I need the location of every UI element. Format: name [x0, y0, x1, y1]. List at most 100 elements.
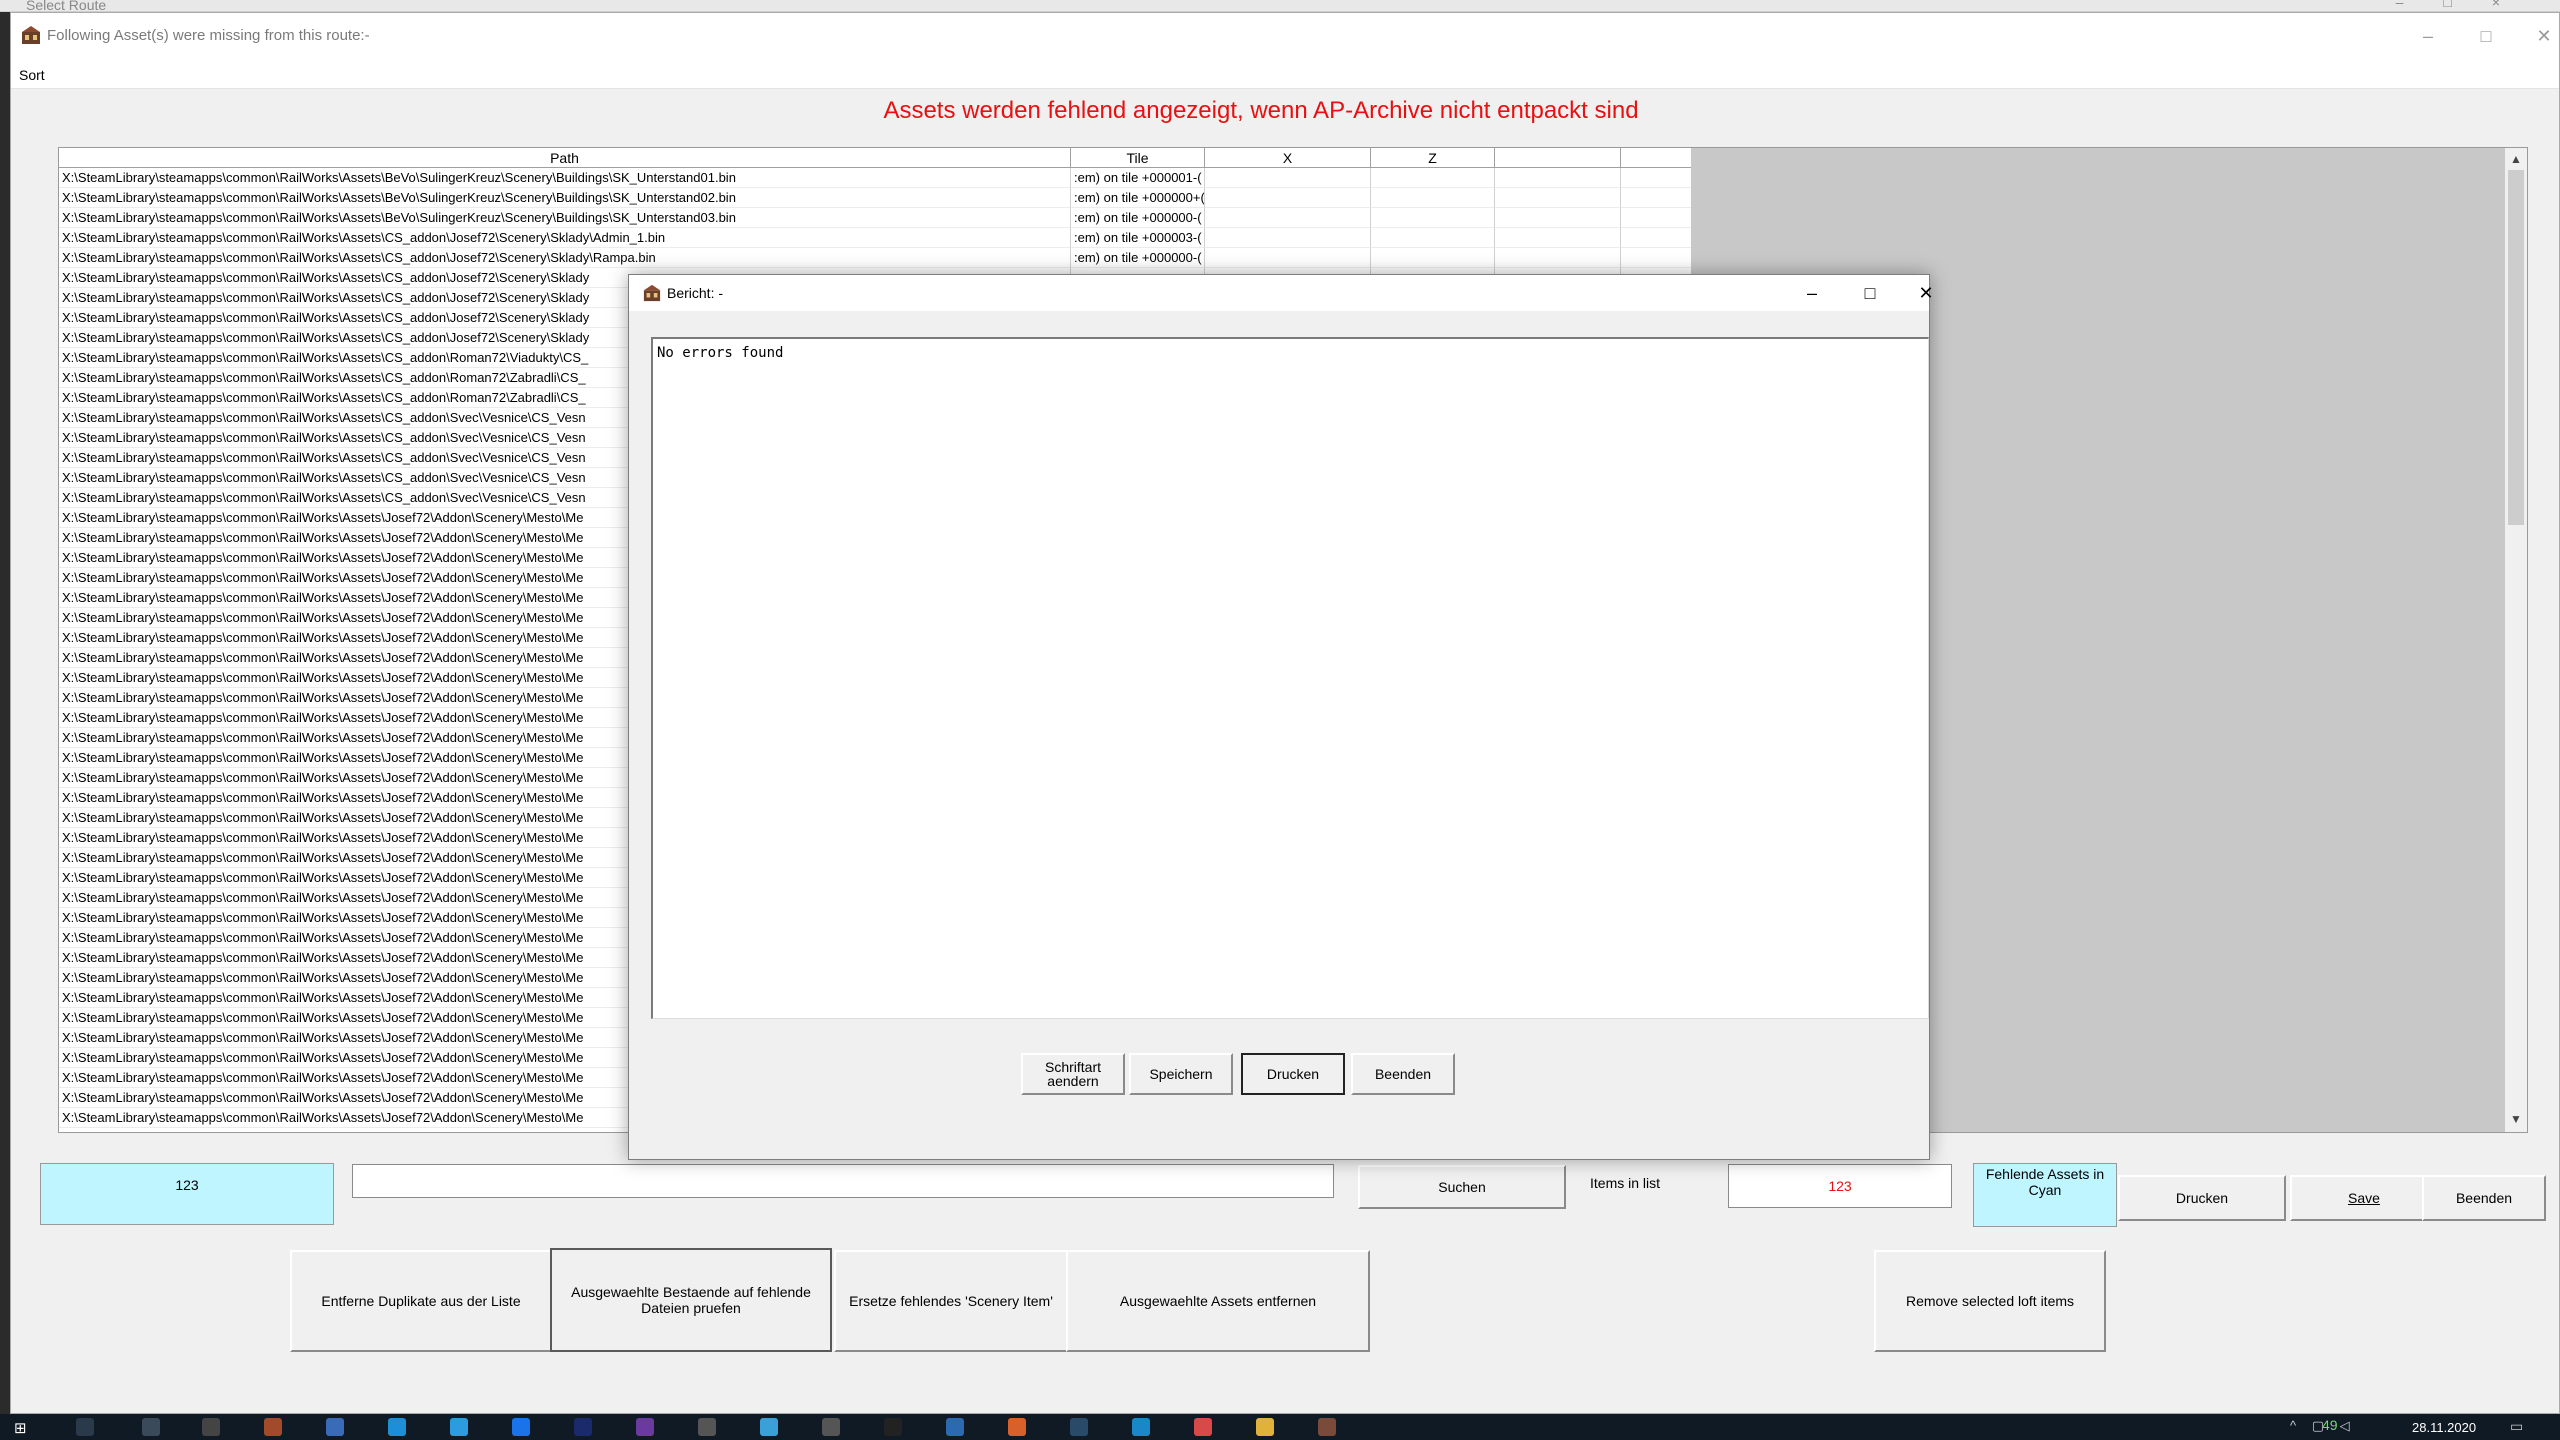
- save-button[interactable]: Save: [2290, 1175, 2438, 1221]
- windows-start-icon[interactable]: ⊞: [14, 1419, 27, 1437]
- report-text-area[interactable]: No errors found: [651, 337, 1929, 1019]
- column-header-5[interactable]: [1495, 148, 1621, 168]
- table-cell: [1371, 248, 1495, 268]
- missing-count-panel: 123: [40, 1163, 334, 1225]
- table-cell: [1371, 228, 1495, 248]
- app-icon[interactable]: [450, 1418, 468, 1436]
- app-icon[interactable]: [1318, 1418, 1336, 1436]
- dialog-quit-button[interactable]: Beenden: [1351, 1053, 1455, 1095]
- table-cell: [1621, 228, 1691, 248]
- remove-loft-items-button[interactable]: Remove selected loft items: [1874, 1250, 2106, 1352]
- background-window-controls: –□×: [2395, 0, 2540, 10]
- remove-selected-assets-button[interactable]: Ausgewaehlte Assets entfernen: [1066, 1250, 1370, 1352]
- report-text: No errors found: [657, 345, 784, 361]
- table-cell: [1495, 168, 1621, 188]
- steam-icon[interactable]: [1070, 1418, 1088, 1436]
- column-header-z[interactable]: Z: [1371, 148, 1495, 168]
- table-cell: [1371, 168, 1495, 188]
- remove-duplicates-button[interactable]: Entferne Duplikate aus der Liste: [290, 1250, 552, 1352]
- table-cell: [1205, 208, 1371, 228]
- edge-icon[interactable]: [388, 1418, 406, 1436]
- table-cell: :em) on tile +000000+(: [1071, 188, 1205, 208]
- dialog-maximize-icon[interactable]: □: [1843, 279, 1897, 307]
- notification-icon[interactable]: ▭: [2510, 1418, 2523, 1435]
- background-window: Select Route –□×: [0, 0, 2560, 13]
- table-cell: [1205, 228, 1371, 248]
- table-cell: X:\SteamLibrary\steamapps\common\RailWor…: [59, 208, 1071, 228]
- dialog-minimize-icon[interactable]: –: [1785, 279, 1839, 307]
- app-icon[interactable]: [1132, 1418, 1150, 1436]
- table-row[interactable]: X:\SteamLibrary\steamapps\common\RailWor…: [59, 208, 1691, 228]
- table-cell: [1371, 188, 1495, 208]
- app-icon[interactable]: [264, 1418, 282, 1436]
- app-icon[interactable]: [1194, 1418, 1212, 1436]
- app-icon[interactable]: [946, 1418, 964, 1436]
- app-icon[interactable]: [326, 1418, 344, 1436]
- app-icon: [22, 26, 40, 44]
- table-cell: [1621, 208, 1691, 228]
- app-icon[interactable]: [822, 1418, 840, 1436]
- scrollbar-thumb[interactable]: [2508, 170, 2524, 525]
- maximize-icon[interactable]: □: [2457, 21, 2515, 51]
- table-row[interactable]: X:\SteamLibrary\steamapps\common\RailWor…: [59, 188, 1691, 208]
- column-header-tile[interactable]: Tile: [1071, 148, 1205, 168]
- table-row[interactable]: X:\SteamLibrary\steamapps\common\RailWor…: [59, 168, 1691, 188]
- table-cell: [1371, 208, 1495, 228]
- column-header-x[interactable]: X: [1205, 148, 1371, 168]
- window-title: Following Asset(s) were missing from thi…: [47, 27, 370, 44]
- dialog-save-button[interactable]: Speichern: [1129, 1053, 1233, 1095]
- close-icon[interactable]: ✕: [2515, 21, 2560, 51]
- print-button[interactable]: Drucken: [2118, 1175, 2286, 1221]
- items-in-list-label: Items in list: [1590, 1175, 1661, 1191]
- search-icon[interactable]: [76, 1418, 94, 1436]
- table-cell: [1495, 248, 1621, 268]
- table-cell: [1495, 228, 1621, 248]
- quit-button[interactable]: Beenden: [2422, 1175, 2546, 1221]
- column-header-path[interactable]: Path: [59, 148, 1071, 168]
- dialog-print-button[interactable]: Drucken: [1241, 1053, 1345, 1095]
- clock-date[interactable]: 28.11.2020: [2412, 1420, 2476, 1435]
- dialog-title: Bericht: -: [667, 285, 724, 301]
- scroll-up-icon[interactable]: ▲: [2505, 150, 2527, 168]
- menu-item-sort[interactable]: Sort: [19, 67, 45, 83]
- table-cell: [1205, 248, 1371, 268]
- menubar: Sort: [11, 59, 2559, 89]
- app-icon: [643, 284, 661, 302]
- table-row[interactable]: X:\SteamLibrary\steamapps\common\RailWor…: [59, 248, 1691, 268]
- app-icon[interactable]: [1008, 1418, 1026, 1436]
- tray-counter: 49: [2322, 1417, 2338, 1433]
- replace-scenery-item-button[interactable]: Ersetze fehlendes 'Scenery Item': [834, 1250, 1068, 1352]
- dialog-close-icon[interactable]: ✕: [1899, 279, 1953, 307]
- table-cell: [1205, 188, 1371, 208]
- app-icon[interactable]: [760, 1418, 778, 1436]
- app-icon[interactable]: [574, 1418, 592, 1436]
- search-button[interactable]: Suchen: [1358, 1165, 1566, 1209]
- app-icon[interactable]: [698, 1418, 716, 1436]
- warning-text: Assets werden fehlend angezeigt, wenn AP…: [883, 97, 1639, 124]
- task-view-icon[interactable]: [142, 1418, 160, 1436]
- file-explorer-icon[interactable]: [1256, 1418, 1274, 1436]
- minimize-icon[interactable]: –: [2399, 21, 2457, 51]
- dialog-titlebar: Bericht: - – □ ✕: [629, 275, 1934, 311]
- search-input[interactable]: [352, 1164, 1334, 1198]
- table-header: Path Tile X Z: [59, 148, 1691, 168]
- taskbar: ⊞ ^ ▢ ◁ 49 28.11.2020 ▭: [0, 1414, 2560, 1440]
- table-cell: [1495, 188, 1621, 208]
- items-in-list-field: 123: [1728, 1164, 1952, 1208]
- app-icon[interactable]: [202, 1418, 220, 1436]
- app-icon[interactable]: [636, 1418, 654, 1436]
- check-missing-files-button[interactable]: Ausgewaehlte Bestaende auf fehlende Date…: [550, 1248, 832, 1352]
- table-cell: [1621, 168, 1691, 188]
- table-cell: [1205, 168, 1371, 188]
- column-header-6[interactable]: [1621, 148, 1691, 168]
- app-icon[interactable]: [884, 1418, 902, 1436]
- vertical-scrollbar[interactable]: ▲ ▼: [2505, 148, 2527, 1132]
- change-font-button[interactable]: Schriftart aendern: [1021, 1053, 1125, 1095]
- table-cell: X:\SteamLibrary\steamapps\common\RailWor…: [59, 188, 1071, 208]
- table-cell: [1621, 248, 1691, 268]
- scroll-down-icon[interactable]: ▼: [2505, 1110, 2527, 1128]
- table-row[interactable]: X:\SteamLibrary\steamapps\common\RailWor…: [59, 228, 1691, 248]
- cyan-legend: Fehlende Assets in Cyan: [1973, 1163, 2117, 1227]
- table-cell: :em) on tile +000000-(: [1071, 248, 1205, 268]
- mail-icon[interactable]: [512, 1418, 530, 1436]
